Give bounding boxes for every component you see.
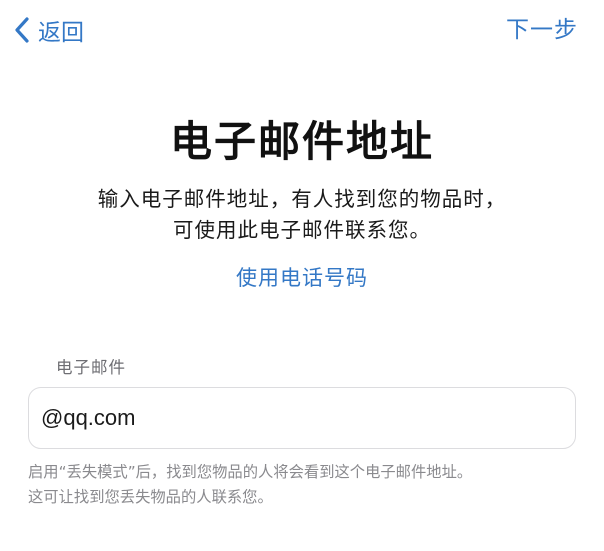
back-label: 返回 xyxy=(38,20,84,46)
chevron-left-icon xyxy=(15,17,29,43)
description-line-1: 输入电子邮件地址，有人找到您的物品时， xyxy=(97,187,507,211)
email-input[interactable] xyxy=(41,388,561,447)
description-line-2: 可使用此电子邮件联系您。 xyxy=(173,218,431,242)
email-field-label: 电子邮件 xyxy=(56,358,126,377)
email-field-container[interactable] xyxy=(28,387,576,449)
page-title: 电子邮件地址 xyxy=(169,117,434,166)
helper-line-1: 启用“丢失模式”后，找到您物品的人将会看到这个电子邮件地址。 xyxy=(28,463,473,481)
helper-line-2: 这可让找到您丢失物品的人联系您。 xyxy=(28,488,273,506)
next-button[interactable]: 下一步 xyxy=(506,10,578,50)
back-button[interactable]: 返回 xyxy=(14,10,84,50)
use-phone-number-link[interactable]: 使用电话号码 xyxy=(0,262,604,292)
email-address-screen: 返回 下一步 电子邮件地址 输入电子邮件地址，有人找到您的物品时， 可使用此电子… xyxy=(0,0,604,551)
page-description: 输入电子邮件地址，有人找到您的物品时， 可使用此电子邮件联系您。 xyxy=(0,184,604,246)
helper-text: 启用“丢失模式”后，找到您物品的人将会看到这个电子邮件地址。 这可让找到您丢失物… xyxy=(28,460,588,510)
